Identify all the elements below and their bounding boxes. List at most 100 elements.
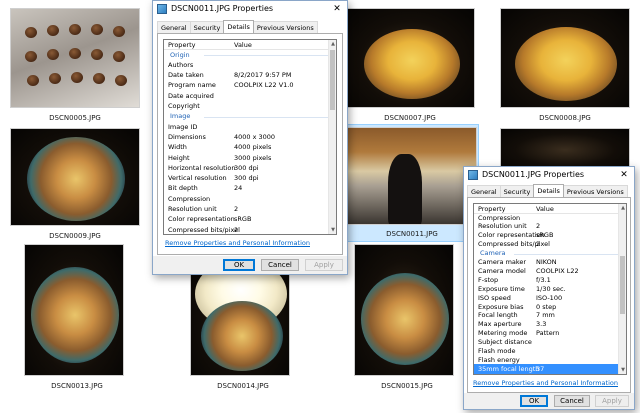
tab-security[interactable]: Security (499, 185, 535, 197)
properties-dialog-main: DSCN0011.JPG Properties ✕ General Securi… (152, 0, 348, 275)
property-name: Max aperture (478, 320, 522, 329)
scroll-thumb[interactable] (620, 256, 625, 314)
tab-general[interactable]: General (467, 185, 501, 197)
photo-plate-vertical (24, 244, 124, 376)
details-panel: Property Value Origin Authors Date taken 8/… (157, 33, 343, 255)
cancel-button[interactable]: Cancel (554, 395, 590, 407)
image-file-icon (468, 170, 478, 180)
property-name: Subject distance (478, 338, 532, 347)
close-icon[interactable]: ✕ (330, 2, 344, 16)
thumbnail-dscn0007[interactable]: DSCN0007.JPG (345, 8, 475, 130)
tab-previous-versions[interactable]: Previous Versions (562, 185, 628, 197)
dialog-footer: OK Cancel Apply (464, 393, 634, 409)
property-value: 2 (536, 222, 541, 231)
thumbnail-dscn0008[interactable]: DSCN0008.JPG (500, 8, 630, 130)
column-header-value[interactable]: Value (536, 205, 554, 213)
property-row[interactable]: Vertical resolution 300 dpi (164, 174, 336, 184)
apply-button[interactable]: Apply (305, 259, 343, 271)
thumbnail-partial[interactable] (500, 128, 630, 168)
property-value: 2 (234, 225, 239, 234)
property-name: Resolution unit (168, 205, 217, 213)
property-row[interactable]: Horizontal resolution 300 dpi (164, 163, 336, 173)
scroll-down-icon[interactable]: ▼ (619, 366, 626, 374)
property-value: 4000 pixels (234, 143, 272, 152)
scroll-thumb[interactable] (330, 50, 335, 110)
section-divider (204, 116, 332, 118)
tab-general[interactable]: General (157, 21, 191, 33)
details-listbox[interactable]: Property Value Origin Authors Date taken 8/… (163, 39, 337, 235)
property-name: Metering mode (478, 329, 528, 338)
thumbnail-dscn0011[interactable]: DSCN0011.JPG (345, 124, 479, 242)
thumbnail-dscn0015[interactable]: DSCN0015.JPG (352, 244, 462, 396)
property-value: 300 dpi (234, 174, 259, 183)
property-row[interactable]: Date acquired (164, 91, 336, 101)
scrollbar[interactable]: ▲ ▼ (328, 40, 336, 234)
property-row[interactable]: Height 3000 pixels (164, 153, 336, 163)
property-name: Compression (168, 194, 211, 203)
ok-button[interactable]: OK (520, 395, 548, 407)
property-row[interactable]: Compression (164, 194, 336, 204)
property-name: Date acquired (168, 91, 214, 100)
property-value: 3.3 (536, 320, 547, 329)
property-value: 2 (234, 205, 239, 213)
dialog-titlebar[interactable]: DSCN0011.JPG Properties ✕ (464, 167, 634, 184)
property-name: Compressed bits/pixel (168, 225, 240, 234)
close-icon[interactable]: ✕ (617, 168, 631, 182)
tab-previous-versions[interactable]: Previous Versions (252, 21, 318, 33)
property-value: 2 (536, 240, 541, 249)
dialog-titlebar[interactable]: DSCN0011.JPG Properties ✕ (153, 1, 347, 18)
property-value: COOLPIX L22 V1.0 (234, 81, 294, 90)
property-value: 8/2/2017 9:57 PM (234, 71, 292, 80)
property-name: F-stop (478, 275, 499, 284)
scroll-up-icon[interactable]: ▲ (329, 40, 336, 48)
tab-details[interactable]: Details (223, 20, 254, 33)
tab-security[interactable]: Security (189, 21, 225, 33)
photo-plate-vertical (354, 244, 454, 376)
scrollbar[interactable]: ▲ ▼ (618, 204, 626, 374)
scroll-down-icon[interactable]: ▼ (329, 226, 336, 234)
property-value: 37 (536, 364, 545, 373)
property-row[interactable]: Image ID (164, 122, 336, 132)
property-row[interactable]: Authors (164, 60, 336, 70)
ok-button[interactable]: OK (223, 259, 255, 271)
property-row[interactable]: Program name COOLPIX L22 V1.0 (164, 81, 336, 91)
dialog-title: DSCN0011.JPG Properties (171, 4, 274, 13)
property-name: 35mm focal length (478, 364, 540, 373)
property-row[interactable]: 35mm focal length 37 (474, 364, 626, 374)
property-row[interactable]: Date taken 8/2/2017 9:57 PM (164, 71, 336, 81)
property-value: 300 dpi (234, 163, 259, 172)
section-header: Image (164, 112, 336, 122)
section-label: Image (170, 112, 191, 121)
property-row[interactable]: Copyright (164, 102, 336, 112)
cancel-button[interactable]: Cancel (261, 259, 299, 271)
thumbnail-dscn0005[interactable]: DSCN0005.JPG (10, 8, 140, 130)
thumbnail-dscn0013[interactable]: DSCN0013.JPG (22, 244, 132, 396)
property-name: Height (168, 153, 190, 162)
property-name: Width (168, 143, 187, 152)
column-header-property[interactable]: Property (478, 205, 506, 213)
apply-button[interactable]: Apply (595, 395, 629, 407)
scroll-up-icon[interactable]: ▲ (619, 204, 626, 212)
property-value: 1/30 sec. (536, 284, 566, 293)
remove-properties-link[interactable]: Remove Properties and Personal Informati… (473, 379, 618, 387)
property-name: Dimensions (168, 132, 206, 141)
property-row[interactable]: Width 4000 pixels (164, 143, 336, 153)
property-value: 24 (234, 184, 243, 193)
property-row[interactable]: Bit depth 24 (164, 184, 336, 194)
dialog-footer: OK Cancel Apply (153, 256, 347, 274)
property-row[interactable]: Dimensions 4000 x 3000 (164, 132, 336, 142)
column-header-property[interactable]: Property (168, 41, 196, 49)
property-value: sRGB (234, 215, 252, 224)
remove-properties-link[interactable]: Remove Properties and Personal Informati… (165, 239, 310, 247)
property-name: Exposure time (478, 284, 525, 293)
image-file-icon (157, 4, 167, 14)
property-row[interactable]: Color representation sRGB (164, 215, 336, 225)
property-row[interactable]: Compressed bits/pixel 2 (164, 225, 336, 234)
tab-details[interactable]: Details (533, 184, 564, 197)
property-row[interactable]: Resolution unit 2 (164, 205, 336, 215)
thumbnail-caption: DSCN0005.JPG (49, 114, 101, 122)
property-name: Flash mode (478, 347, 516, 355)
details-listbox[interactable]: Property Value Compression Resolution uni… (473, 203, 627, 375)
thumbnail-dscn0009[interactable]: DSCN0009.JPG (10, 128, 140, 246)
column-header-value[interactable]: Value (234, 41, 252, 49)
